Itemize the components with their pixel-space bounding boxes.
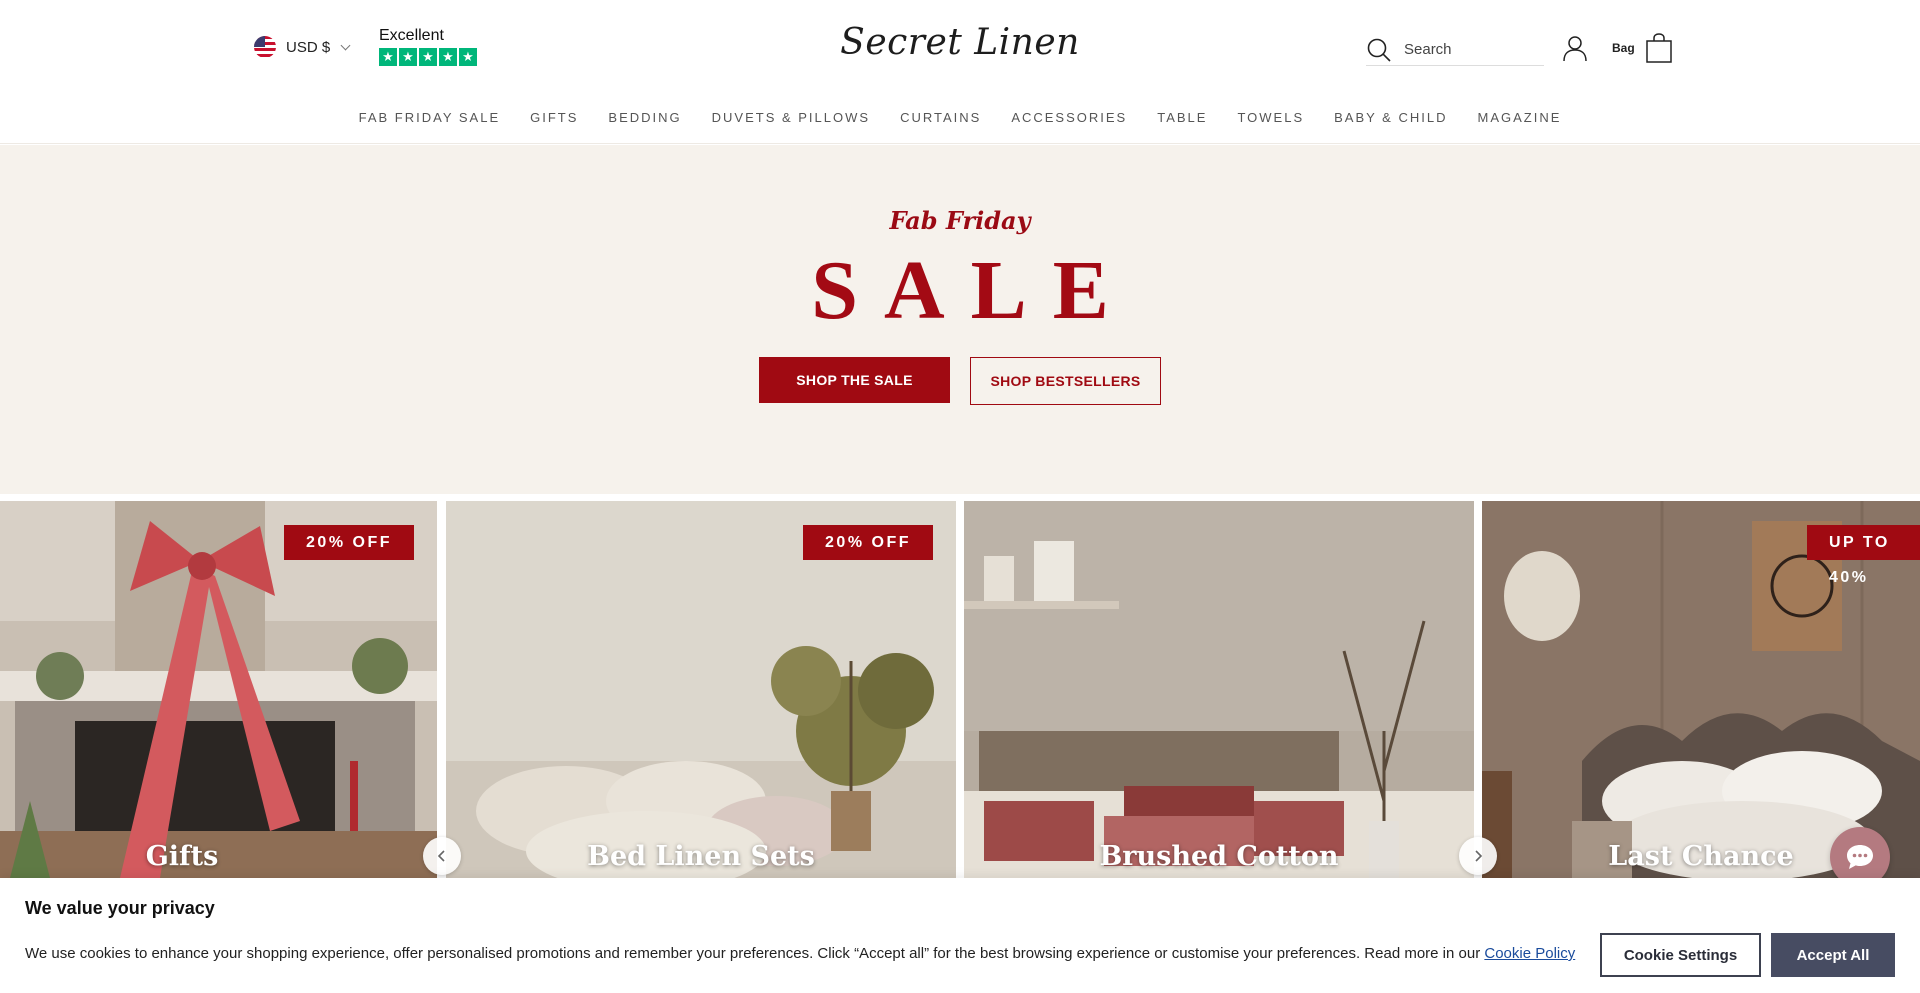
nav-item-fab-friday-sale[interactable]: FAB FRIDAY SALE — [344, 110, 516, 125]
nav-item-baby-child[interactable]: BABY & CHILD — [1319, 110, 1462, 125]
cookie-policy-link[interactable]: Cookie Policy — [1484, 945, 1575, 962]
nav-item-curtains[interactable]: CURTAINS — [885, 110, 996, 125]
category-card-gifts[interactable]: 20% OFF Gifts — [0, 501, 437, 878]
cookie-settings-button[interactable]: Cookie Settings — [1600, 933, 1761, 977]
chevron-left-icon — [437, 850, 445, 862]
hero-title: SALE — [811, 244, 1135, 337]
cookie-banner: We value your privacy We use cookies to … — [0, 878, 1920, 993]
nav-item-bedding[interactable]: BEDDING — [593, 110, 696, 125]
chat-icon — [1847, 845, 1873, 869]
carousel-next-button[interactable] — [1459, 837, 1497, 875]
search-input[interactable]: Search — [1404, 41, 1452, 58]
account-icon[interactable] — [1561, 34, 1589, 62]
shop-bestsellers-button[interactable]: SHOP BESTSELLERS — [970, 357, 1161, 405]
nav-item-duvets-pillows[interactable]: DUVETS & PILLOWS — [697, 110, 885, 125]
discount-badge: UP TO 40% — [1807, 525, 1920, 586]
cookie-body-text: We use cookies to enhance your shopping … — [25, 945, 1481, 962]
site-header: USD $ Excellent ★ ★ ★ ★ ★ Secret Linen S… — [0, 0, 1920, 144]
category-title: Gifts — [145, 841, 219, 872]
discount-badge: 20% OFF — [803, 525, 933, 560]
cookie-title: We value your privacy — [25, 898, 215, 918]
category-title: Brushed Cotton — [1099, 841, 1339, 872]
category-carousel: 20% OFF Gifts 20% OFF Bed Linen Sets Bru… — [0, 501, 1920, 878]
category-title: Bed Linen Sets — [587, 841, 815, 872]
bag-label: Bag — [1612, 41, 1635, 55]
category-card-last-chance[interactable]: UP TO 40% Last Chance — [1482, 501, 1920, 878]
bag-button[interactable]: Bag — [1612, 33, 1673, 63]
hero-subtitle: Fab Friday — [889, 206, 1031, 235]
nav-item-accessories[interactable]: ACCESSORIES — [996, 110, 1142, 125]
carousel-prev-button[interactable] — [423, 837, 461, 875]
chevron-right-icon — [1475, 850, 1483, 862]
category-card-brushed-cotton[interactable]: Brushed Cotton — [964, 501, 1474, 878]
nav-item-towels[interactable]: TOWELS — [1222, 110, 1319, 125]
nav-item-magazine[interactable]: MAGAZINE — [1462, 110, 1576, 125]
discount-badge: 20% OFF — [284, 525, 414, 560]
category-card-bed-linen-sets[interactable]: 20% OFF Bed Linen Sets — [446, 501, 956, 878]
main-nav: FAB FRIDAY SALE GIFTS BEDDING DUVETS & P… — [0, 110, 1920, 125]
nav-item-table[interactable]: TABLE — [1142, 110, 1222, 125]
search-icon — [1367, 38, 1391, 62]
hero-banner: Fab Friday SALE SHOP THE SALE SHOP BESTS… — [0, 145, 1920, 494]
brushed-cotton-image — [964, 501, 1474, 878]
nav-item-gifts[interactable]: GIFTS — [515, 110, 593, 125]
shopping-bag-icon — [1645, 33, 1672, 63]
accept-all-button[interactable]: Accept All — [1771, 933, 1895, 977]
search-bar[interactable]: Search — [1366, 34, 1544, 66]
shop-the-sale-button[interactable]: SHOP THE SALE — [759, 357, 950, 403]
cookie-text: We use cookies to enhance your shopping … — [25, 945, 1575, 962]
